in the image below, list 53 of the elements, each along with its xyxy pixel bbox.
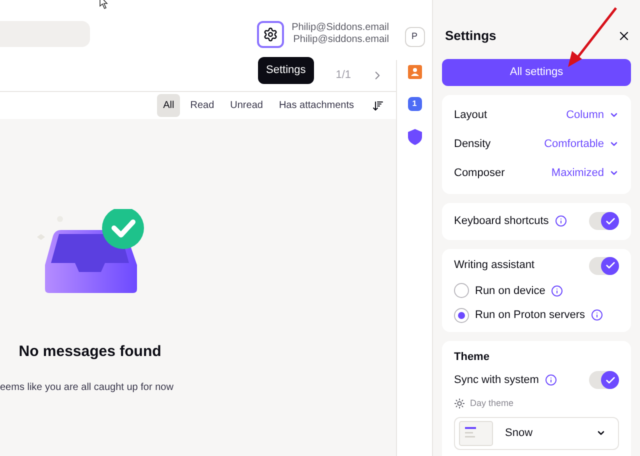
setting-label: Density	[454, 136, 491, 152]
panel-title: Settings	[445, 27, 496, 45]
shield-icon[interactable]	[408, 129, 422, 145]
annotation-arrow	[566, 6, 618, 68]
account-email: Philip@siddons.email	[293, 34, 389, 46]
settings-button[interactable]	[256, 20, 284, 48]
filter-tab[interactable]: Has attachments	[272, 94, 360, 117]
theme-select[interactable]: Snow	[454, 416, 619, 450]
contacts-icon[interactable]	[408, 65, 422, 79]
toggle-switch[interactable]	[589, 371, 619, 389]
sun-icon	[454, 398, 465, 410]
radio-label: Run on Proton servers	[475, 308, 586, 323]
toggle-switch[interactable]	[589, 212, 619, 230]
all-settings-button[interactable]: All settings	[442, 58, 631, 86]
sort-icon[interactable]	[372, 100, 384, 112]
check-icon	[604, 374, 616, 386]
setting-label: Composer	[454, 166, 505, 181]
filter-tab[interactable]: Read	[184, 94, 220, 117]
theme-preview-icon	[459, 420, 493, 446]
setting-label: Layout	[454, 108, 488, 123]
check-icon	[604, 260, 616, 271]
setting-dropdown[interactable]: Comfortable	[544, 136, 619, 152]
filter-tab[interactable]: All	[157, 94, 180, 117]
caret-icon	[596, 428, 606, 438]
empty-subtitle: eems like you are all caught up for now	[0, 380, 174, 394]
theme-value: Snow	[505, 426, 534, 441]
radio-button[interactable]	[454, 308, 469, 323]
pagination-text: 1/1	[336, 68, 351, 84]
toggle-switch[interactable]	[589, 256, 619, 274]
day-theme-label: Day theme	[470, 397, 514, 410]
empty-title: No messages found	[18, 342, 162, 362]
setting-label: Writing assistant	[454, 258, 534, 274]
setting-dropdown[interactable]: Maximized	[551, 164, 619, 182]
caret-icon	[609, 168, 619, 178]
settings-icon	[262, 26, 278, 42]
setting-label: Sync with system	[454, 372, 539, 388]
account-avatar[interactable]: P	[404, 27, 424, 47]
info-icon[interactable]	[554, 215, 567, 227]
filter-tab[interactable]: Unread	[224, 94, 269, 117]
setting-label: Keyboard shortcuts	[454, 214, 549, 229]
caret-icon	[609, 110, 619, 120]
check-icon	[604, 216, 616, 226]
settings-tooltip: Settings	[258, 57, 314, 84]
info-icon[interactable]	[551, 284, 564, 297]
calendar-icon[interactable]: 1	[408, 97, 422, 111]
info-icon[interactable]	[544, 374, 557, 386]
radio-label: Run on device	[475, 284, 546, 298]
caret-icon	[609, 139, 619, 149]
section-title: Theme	[454, 350, 490, 364]
setting-dropdown[interactable]: Column	[566, 106, 619, 124]
info-icon[interactable]	[591, 309, 604, 322]
radio-button[interactable]	[454, 283, 469, 298]
account-name: Philip@Siddons.email	[292, 22, 389, 34]
